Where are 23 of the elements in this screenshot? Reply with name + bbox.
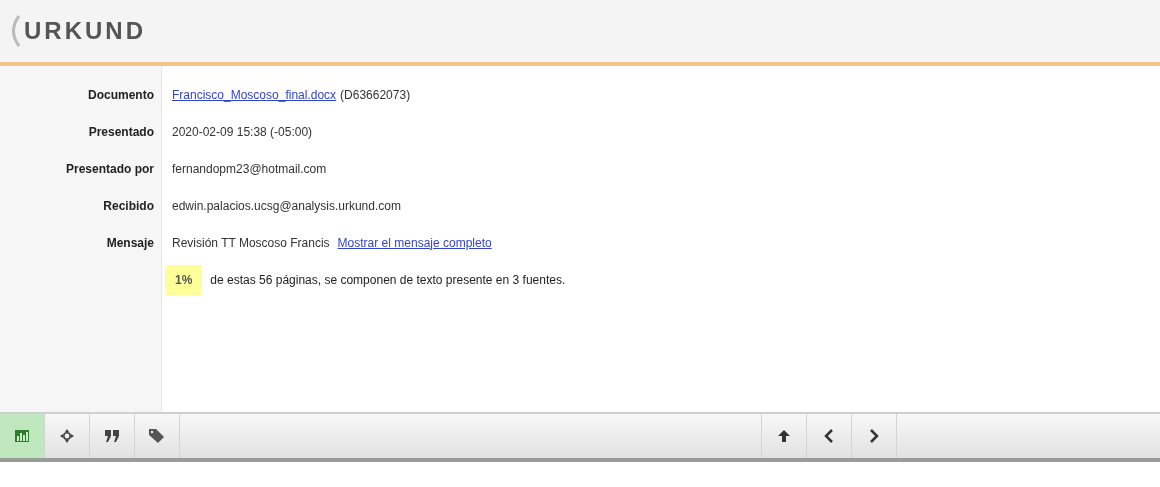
field-value: fernandopm23@hotmail.com (172, 160, 327, 178)
percent-badge: 1% (165, 265, 203, 295)
summary-text: de estas 56 páginas, se componen de texto presente en 3 fuentes. (210, 272, 566, 289)
toolbar-button[interactable] (0, 414, 45, 458)
arrow-up-icon (778, 430, 790, 442)
show-message-link[interactable]: Mostrar el mensaje completo (337, 233, 492, 252)
field-label: Recibido (102, 197, 154, 215)
tag-icon (149, 429, 165, 443)
field-label: Documento (87, 86, 154, 104)
logo: URKUND (24, 16, 146, 46)
document-id: (D63662073) (340, 86, 411, 104)
crosshair-icon (60, 429, 74, 443)
quote-icon (105, 430, 119, 442)
bar-chart-icon (15, 430, 29, 442)
chevron-right-icon (869, 429, 879, 443)
field-label: Presentado por (64, 160, 154, 178)
field-label: Mensaje (105, 234, 154, 252)
chevron-left-icon (824, 429, 834, 443)
document-link[interactable]: Francisco_Moscoso_final.docx (172, 85, 337, 104)
field-label: Presentado (87, 123, 154, 141)
field-value: Revisión TT Moscoso Francis (172, 234, 330, 252)
field-value: 2020-02-09 15:38 (-05:00) (172, 123, 313, 141)
field-value: edwin.palacios.ucsg@analysis.urkund.com (172, 197, 401, 215)
